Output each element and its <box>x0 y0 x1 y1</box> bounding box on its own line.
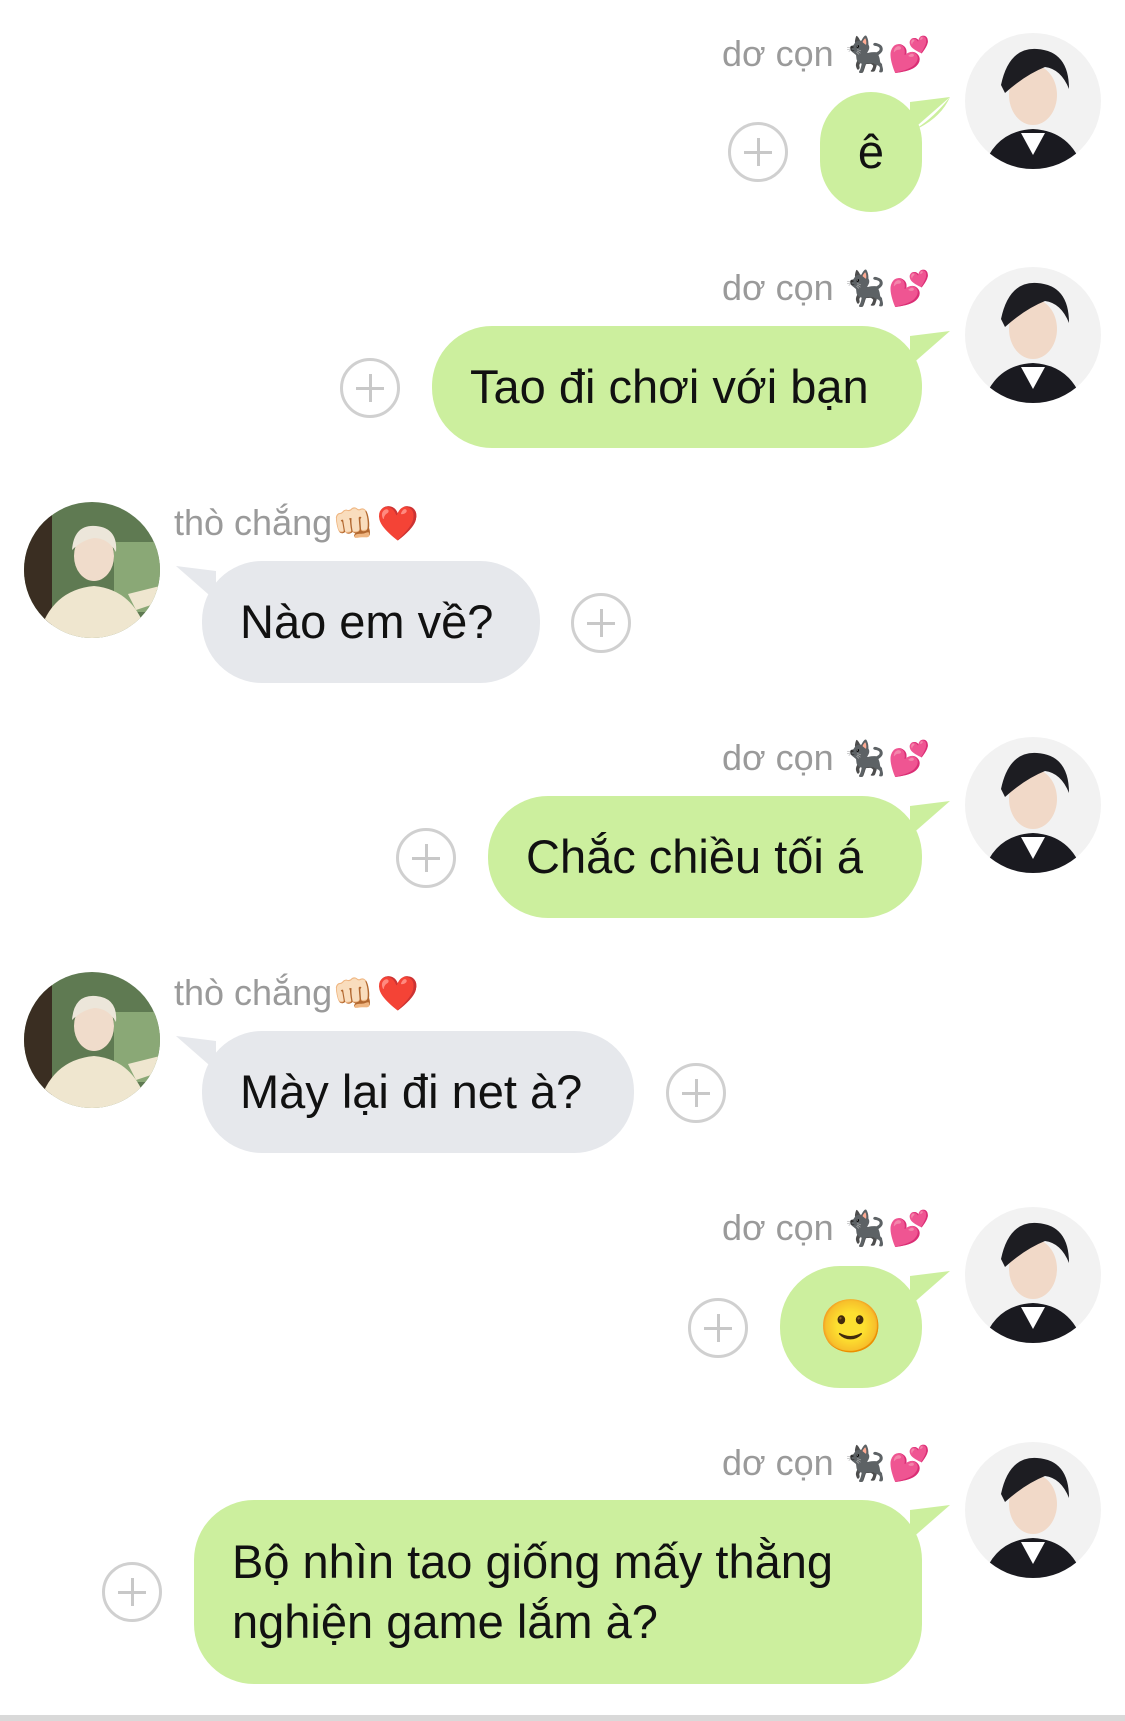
avatar[interactable] <box>965 267 1101 403</box>
message-bubble[interactable]: Bộ nhìn tao giống mấy thằng nghiện game … <box>194 1500 922 1684</box>
avatar[interactable] <box>965 737 1101 873</box>
name-emoji: 👊🏻❤️ <box>332 504 421 544</box>
name-emoji: 🐈‍⬛💕 <box>843 739 933 779</box>
message-text: Tao đi chơi với bạn <box>470 360 869 413</box>
plus-circle-icon[interactable] <box>688 1298 748 1358</box>
sender-name: dơ cọn 🐈‍⬛💕 <box>722 1207 933 1250</box>
sender-name: dơ cọn 🐈‍⬛💕 <box>722 33 933 76</box>
avatar[interactable] <box>965 33 1101 169</box>
message-text: Bộ nhìn tao giống mấy thằng nghiện game … <box>232 1535 833 1648</box>
plus-circle-icon[interactable] <box>102 1562 162 1622</box>
plus-circle-icon[interactable] <box>396 828 456 888</box>
message-text: ê <box>857 125 885 178</box>
plus-circle-icon[interactable] <box>728 122 788 182</box>
avatar[interactable] <box>965 1207 1101 1343</box>
name-emoji: 🐈‍⬛💕 <box>843 35 933 75</box>
sender-name: thò chắng👊🏻❤️ <box>174 502 421 545</box>
message-bubble[interactable]: ê <box>820 92 922 212</box>
sender-name: dơ cọn 🐈‍⬛💕 <box>722 737 933 780</box>
message-bubble[interactable]: Nào em về? <box>202 561 540 683</box>
name-emoji: 👊🏻❤️ <box>332 974 421 1014</box>
message-bubble[interactable]: 🙂 <box>780 1266 922 1388</box>
message-bubble[interactable]: Tao đi chơi với bạn <box>432 326 922 448</box>
bottom-divider <box>0 1715 1125 1721</box>
message-bubble[interactable]: Mày lại đi net à? <box>202 1031 634 1153</box>
plus-circle-icon[interactable] <box>571 593 631 653</box>
plus-circle-icon[interactable] <box>340 358 400 418</box>
message-bubble[interactable]: Chắc chiều tối á <box>488 796 922 918</box>
plus-circle-icon[interactable] <box>666 1063 726 1123</box>
avatar[interactable] <box>24 972 160 1108</box>
name-emoji: 🐈‍⬛💕 <box>843 269 933 309</box>
message-text: Mày lại đi net à? <box>240 1065 583 1118</box>
sender-name: dơ cọn 🐈‍⬛💕 <box>722 1442 933 1485</box>
avatar[interactable] <box>965 1442 1101 1578</box>
sender-name: thò chắng👊🏻❤️ <box>174 972 421 1015</box>
avatar[interactable] <box>24 502 160 638</box>
message-text: Chắc chiều tối á <box>526 830 864 883</box>
message-text: Nào em về? <box>240 595 494 648</box>
message-text: 🙂 <box>818 1297 884 1357</box>
name-emoji: 🐈‍⬛💕 <box>843 1209 933 1249</box>
name-emoji: 🐈‍⬛💕 <box>843 1444 933 1484</box>
sender-name: dơ cọn 🐈‍⬛💕 <box>722 267 933 310</box>
